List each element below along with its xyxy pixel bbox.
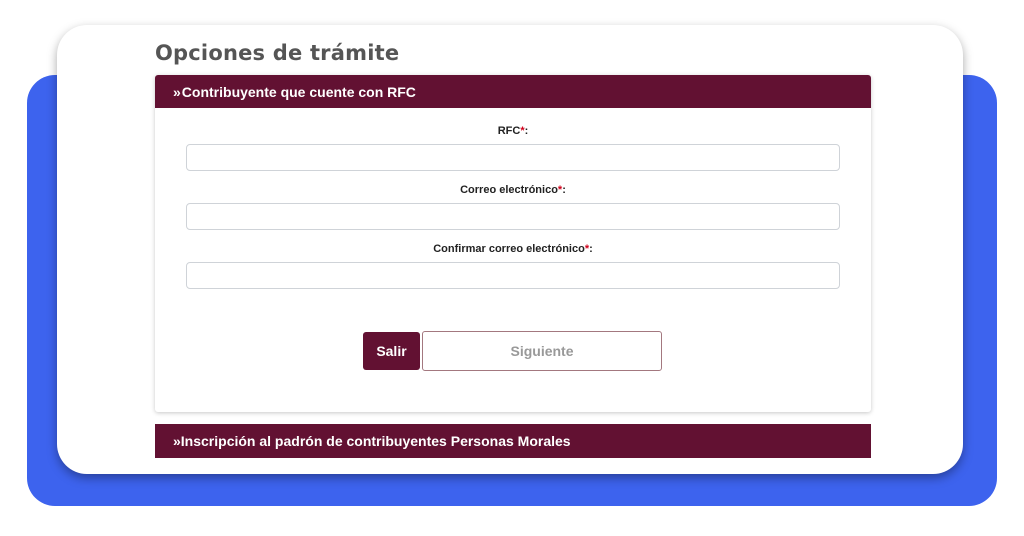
exit-button[interactable]: Salir [363, 332, 420, 370]
email-input[interactable] [186, 203, 840, 230]
page-title: Opciones de trámite [155, 41, 400, 65]
required-mark: * [520, 125, 525, 137]
personas-morales-section-header[interactable]: » Inscripción al padrón de contribuyente… [155, 424, 871, 458]
next-button[interactable]: Siguiente [422, 331, 662, 371]
required-mark: * [584, 243, 590, 255]
chevron-right-icon: » [173, 83, 181, 100]
rfc-panel-title: Contribuyente que cuente con RFC [181, 83, 416, 100]
rfc-label: RFC*: [497, 125, 529, 137]
rfc-panel: » Contribuyente que cuente con RFC RFC*:… [155, 75, 871, 412]
rfc-input[interactable] [186, 144, 840, 171]
email-label: Correo electrónico*: [460, 184, 566, 196]
rfc-panel-header[interactable]: » Contribuyente que cuente con RFC [155, 75, 871, 108]
chevron-right-icon: » [173, 433, 181, 449]
required-mark: * [557, 184, 563, 196]
confirm-email-label: Confirmar correo electrónico*: [433, 243, 593, 255]
personas-morales-section-title: Inscripción al padrón de contribuyentes … [180, 433, 571, 449]
screenshot-card: Opciones de trámite » Contribuyente que … [57, 25, 963, 474]
confirm-email-input[interactable] [186, 262, 840, 289]
